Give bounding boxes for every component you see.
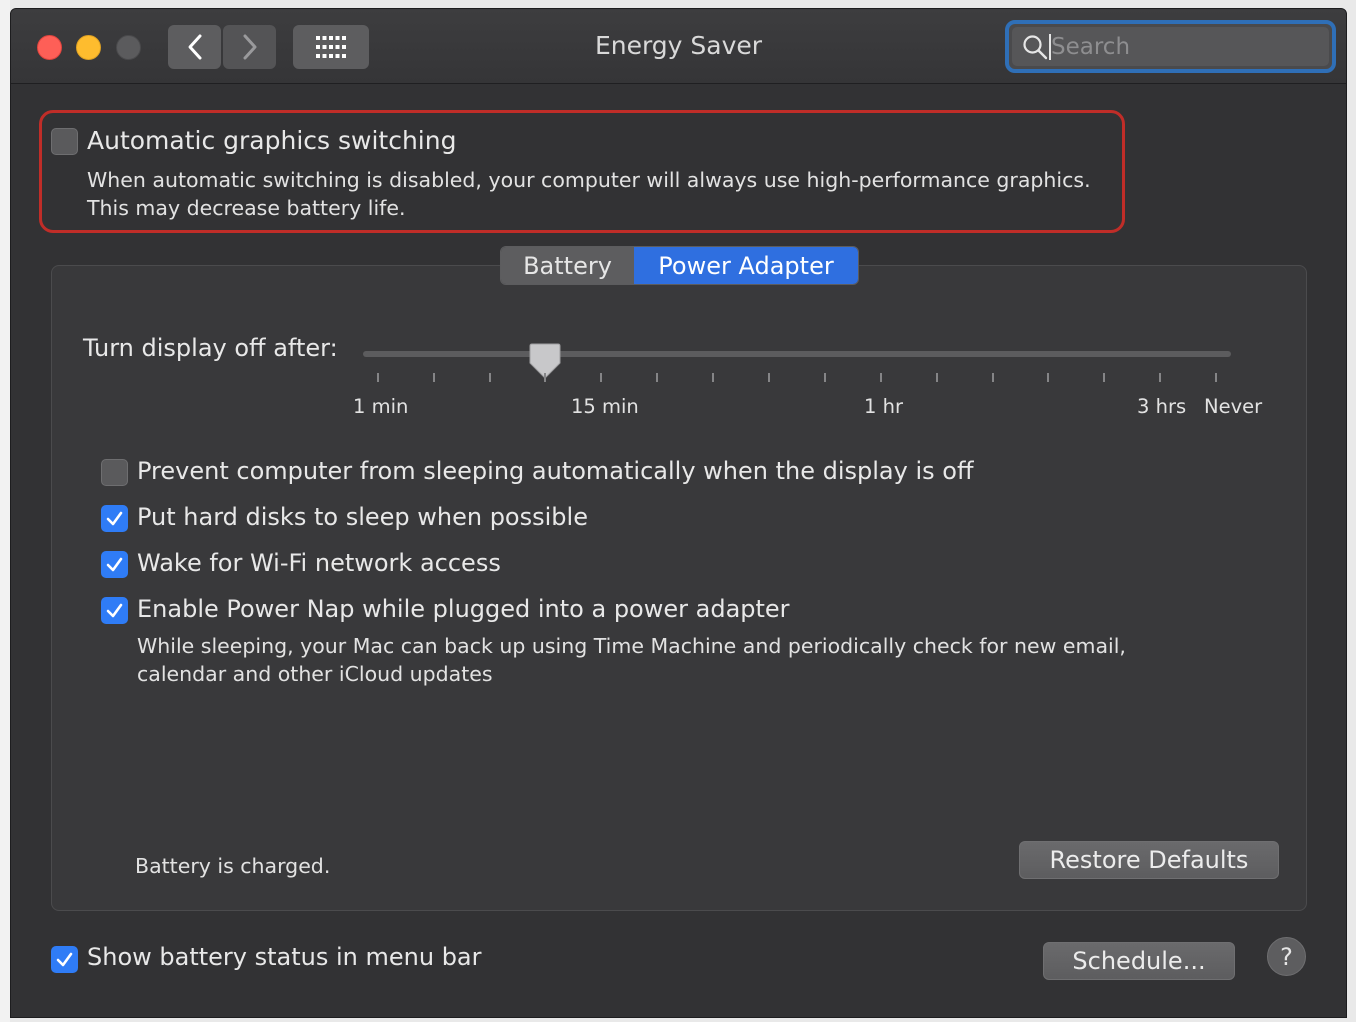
slider-label-1-min: 1 min: [353, 395, 409, 418]
power-nap-description-line2: calendar and other iCloud updates: [137, 662, 493, 686]
slider-tick: [489, 373, 491, 382]
slider-label-3-hrs: 3 hrs: [1137, 395, 1187, 418]
power-source-tabs: Battery Power Adapter: [500, 246, 859, 285]
slider-tick: [433, 373, 435, 382]
checkmark-icon: [106, 603, 123, 618]
power-nap-description-line1: While sleeping, your Mac can back up usi…: [137, 634, 1126, 658]
graphics-switching-description-line1: When automatic switching is disabled, yo…: [87, 168, 1091, 192]
prevent-sleep-label[interactable]: Prevent computer from sleeping automatic…: [137, 457, 973, 485]
search-icon: [1023, 34, 1048, 59]
slider-tick: [1215, 373, 1217, 382]
checkmark-icon: [106, 511, 123, 526]
tab-power-adapter[interactable]: Power Adapter: [634, 247, 858, 284]
slider-tick: [768, 373, 770, 382]
checkmark-icon: [56, 952, 73, 967]
slider-tick: [1159, 373, 1161, 382]
slider-tick: [544, 373, 546, 382]
title-bar: Energy Saver: [11, 9, 1346, 84]
slider-tick: [824, 373, 826, 382]
slider-tick: [377, 373, 379, 382]
slider-label-15-min: 15 min: [571, 395, 639, 418]
display-off-label: Turn display off after:: [83, 334, 338, 362]
restore-defaults-button[interactable]: Restore Defaults: [1019, 841, 1279, 879]
search-field[interactable]: [1005, 20, 1336, 73]
hard-disk-sleep-label[interactable]: Put hard disks to sleep when possible: [137, 503, 588, 531]
battery-status-text: Battery is charged.: [135, 854, 331, 878]
graphics-switching-checkbox[interactable]: [51, 128, 78, 155]
slider-tick: [600, 373, 602, 382]
wake-wifi-checkbox[interactable]: [101, 551, 128, 578]
search-input[interactable]: [1051, 33, 1311, 60]
slider-label-1-hr: 1 hr: [864, 395, 903, 418]
search-box[interactable]: [1012, 27, 1329, 66]
show-battery-status-label[interactable]: Show battery status in menu bar: [87, 943, 482, 971]
help-button[interactable]: ?: [1267, 937, 1306, 976]
slider-tick: [992, 373, 994, 382]
schedule-button[interactable]: Schedule...: [1043, 942, 1235, 980]
slider-tick: [1047, 373, 1049, 382]
graphics-switching-description-line2: This may decrease battery life.: [87, 196, 406, 220]
tab-battery[interactable]: Battery: [501, 247, 634, 284]
show-battery-status-checkbox[interactable]: [51, 946, 78, 973]
checkmark-icon: [106, 557, 123, 572]
slider-tick: [880, 373, 882, 382]
prevent-sleep-checkbox[interactable]: [101, 459, 128, 486]
power-nap-checkbox[interactable]: [101, 597, 128, 624]
slider-tick: [936, 373, 938, 382]
slider-tick: [1103, 373, 1105, 382]
slider-tick: [656, 373, 658, 382]
slider-label-never: Never: [1204, 395, 1263, 418]
graphics-switching-label[interactable]: Automatic graphics switching: [87, 126, 456, 155]
slider-tick: [712, 373, 714, 382]
background-window-edge: [0, 0, 10, 1022]
energy-saver-window: Energy Saver Automatic graphics switchin…: [10, 8, 1347, 1018]
power-nap-label[interactable]: Enable Power Nap while plugged into a po…: [137, 595, 790, 623]
wake-wifi-label[interactable]: Wake for Wi-Fi network access: [137, 549, 501, 577]
hard-disk-sleep-checkbox[interactable]: [101, 505, 128, 532]
display-off-slider-track[interactable]: [363, 351, 1231, 357]
